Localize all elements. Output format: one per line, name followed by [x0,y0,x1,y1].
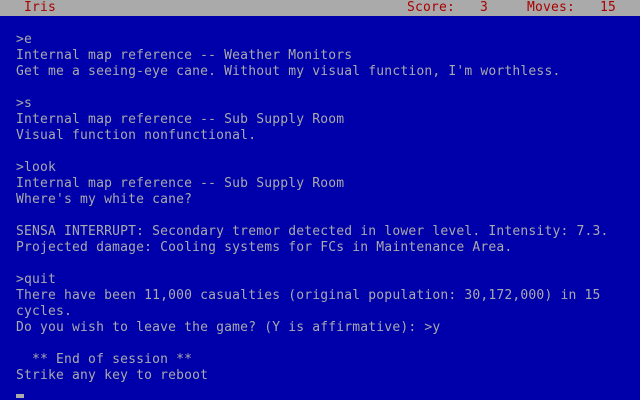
transcript-line: cycles. [16,304,73,319]
transcript-line: Projected damage: Cooling systems for FC… [16,240,513,255]
transcript-line: >quit [16,272,57,287]
status-bar: Iris Score: 3 Moves: 15 [0,0,640,16]
transcript-line [16,256,626,272]
terminal-screen: Iris Score: 3 Moves: 15 >e Internal map … [0,0,640,400]
moves-label: Moves: [527,0,576,15]
transcript-line [16,336,626,352]
transcript-line: Internal map reference -- Weather Monito… [16,48,353,63]
transcript-line: Strike any key to reboot [16,368,209,383]
transcript-line [16,208,626,224]
game-transcript: >e Internal map reference -- Weather Mon… [16,32,626,384]
transcript-line [16,80,626,96]
transcript-line: There have been 11,000 casualties (origi… [16,288,601,303]
transcript-line: Visual function nonfunctional. [16,128,257,143]
transcript-line: >s [16,96,33,111]
transcript-line: ** End of session ** [16,352,193,367]
moves-value: 15 [599,0,616,15]
transcript-line: Internal map reference -- Sub Supply Roo… [16,176,345,191]
transcript-line: >e [16,32,33,47]
transcript-line: Internal map reference -- Sub Supply Roo… [16,112,345,127]
transcript-line [16,144,626,160]
score-label: Score: [407,0,456,15]
score-value: 3 [480,0,489,15]
transcript-line: SENSA INTERRUPT: Secondary tremor detect… [16,224,609,239]
transcript-line: >look [16,160,57,175]
transcript-line: Where's my white cane? [16,192,193,207]
transcript-line: Get me a seeing-eye cane. Without my vis… [16,64,561,79]
transcript-line: Do you wish to leave the game? (Y is aff… [16,320,441,335]
text-cursor[interactable] [16,394,24,398]
story-name: Iris [24,0,57,15]
